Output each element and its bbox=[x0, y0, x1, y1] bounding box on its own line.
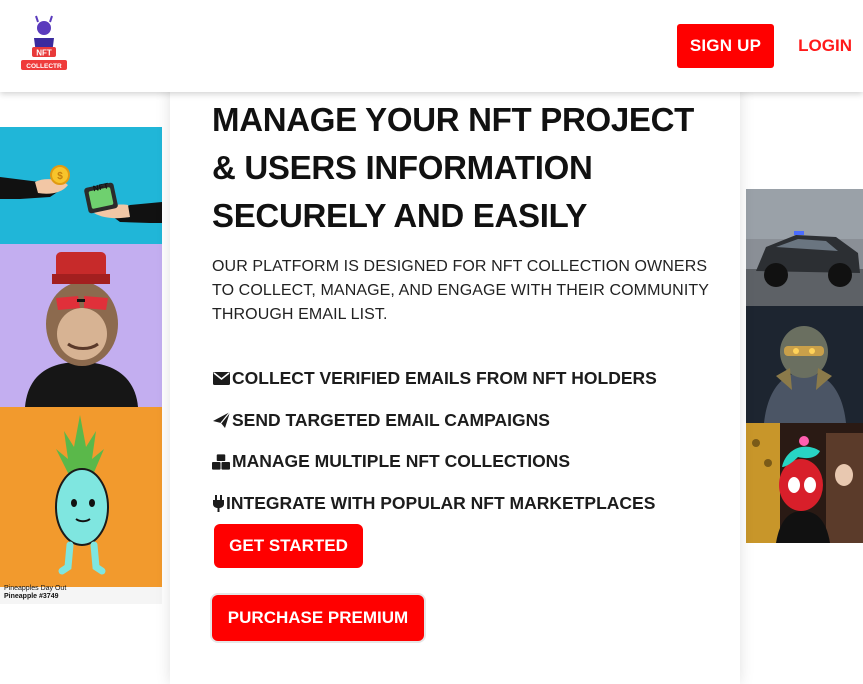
login-button[interactable]: LOGIN bbox=[790, 24, 852, 68]
envelope-icon bbox=[212, 370, 230, 388]
feature-label: INTEGRATE WITH POPULAR NFT MARKETPLACES bbox=[226, 492, 656, 513]
page-title: MANAGE YOUR NFT PROJECT & USERS INFORMAT… bbox=[212, 101, 695, 234]
hands-coin-nft-art: $ NFT bbox=[0, 127, 162, 244]
caption-token: Pineapple #3749 bbox=[4, 593, 59, 600]
pineapple-caption: Pineapples Day Out Pineapple #3749 bbox=[4, 585, 66, 601]
caption-collection: Pineapples Day Out bbox=[4, 585, 67, 592]
feature-label: SEND TARGETED EMAIL CAMPAIGNS bbox=[232, 409, 550, 430]
svg-text:COLLECTR: COLLECTR bbox=[26, 63, 62, 70]
hero-description: OUR PLATFORM IS DESIGNED FOR NFT COLLECT… bbox=[212, 258, 709, 323]
feature-list: COLLECT VERIFIED EMAILS FROM NFT HOLDERS… bbox=[212, 358, 722, 524]
svg-text:NFT: NFT bbox=[36, 49, 52, 58]
plug-icon bbox=[212, 494, 224, 512]
cubes-icon bbox=[212, 453, 230, 471]
ape-with-fez-art bbox=[0, 244, 162, 407]
feature-label: MANAGE MULTIPLE NFT COLLECTIONS bbox=[232, 451, 570, 472]
paper-plane-icon bbox=[212, 411, 230, 429]
feature-item: MANAGE MULTIPLE NFT COLLECTIONS bbox=[212, 441, 722, 483]
robot-warrior-art bbox=[746, 306, 863, 423]
pineapple-character-art: Pineapples Day Out Pineapple #3749 bbox=[0, 407, 162, 604]
feature-item: INTEGRATE WITH POPULAR NFT MARKETPLACES bbox=[212, 483, 722, 525]
spider-punk-art bbox=[746, 423, 863, 543]
nft-collector-logo[interactable]: NFT COLLECTR bbox=[18, 14, 70, 76]
purchase-premium-button[interactable]: PURCHASE PREMIUM bbox=[212, 595, 424, 641]
svg-text:$: $ bbox=[57, 171, 63, 182]
feature-item: COLLECT VERIFIED EMAILS FROM NFT HOLDERS bbox=[212, 358, 722, 400]
get-started-button[interactable]: GET STARTED bbox=[214, 524, 363, 568]
feature-label: COLLECT VERIFIED EMAILS FROM NFT HOLDERS bbox=[232, 368, 657, 389]
feature-item: SEND TARGETED EMAIL CAMPAIGNS bbox=[212, 400, 722, 442]
top-navbar: NFT COLLECTR SIGN UP LOGIN bbox=[0, 0, 863, 92]
sign-up-button[interactable]: SIGN UP bbox=[677, 24, 774, 68]
armored-car-art bbox=[746, 189, 863, 306]
